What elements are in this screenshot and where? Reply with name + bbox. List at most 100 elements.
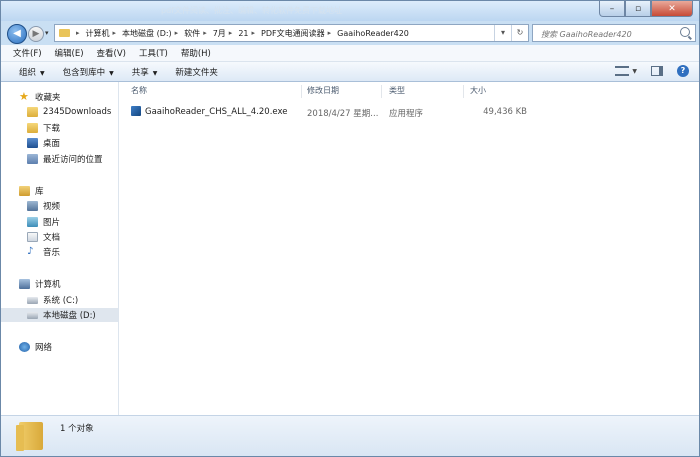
sidebar-computer-header[interactable]: 计算机 — [19, 277, 61, 291]
file-modified: 2018/4/27 星期... — [307, 109, 379, 119]
view-controls: ▼ ? — [615, 65, 689, 77]
search-icon[interactable] — [680, 27, 690, 37]
title-bar[interactable]: pdf文件阅读、批注、编辑、转化软件免费下载地址 – ▫ ✕ — [1, 1, 699, 21]
refresh-icon[interactable]: ↻ — [511, 25, 528, 41]
sidebar-label: 网络 — [35, 343, 53, 353]
breadcrumb-july[interactable]: 7月 — [213, 28, 226, 39]
address-dropdown-icon[interactable]: ▾ — [494, 25, 511, 41]
sidebar-item-desktop[interactable]: 桌面 — [27, 136, 60, 150]
sidebar-item-documents[interactable]: 文档 — [27, 230, 60, 244]
menu-edit[interactable]: 编辑(E) — [55, 47, 84, 59]
share-button[interactable]: 共享 ▼ — [132, 66, 158, 78]
recent-pages-dropdown-icon[interactable]: ▾ — [45, 29, 49, 37]
folder-icon — [59, 29, 70, 37]
forward-button[interactable]: ▶ — [28, 26, 44, 42]
include-in-library-button[interactable]: 包含到库中 ▼ — [63, 66, 114, 78]
sidebar-label: 2345Downloads — [43, 107, 112, 117]
organize-label: 组织 — [19, 67, 37, 78]
sidebar-item-recent-places[interactable]: 最近访问的位置 — [27, 152, 103, 166]
sidebar-network-header[interactable]: 网络 — [19, 340, 52, 354]
sidebar-label: 收藏夹 — [35, 93, 61, 103]
navigation-row: ◀ ▶ ▾ ▸ 计算机 ▸ 本地磁盘 (D:) ▸ 软件 ▸ 7月 ▸ 21 ▸… — [1, 21, 699, 45]
sidebar-label: 库 — [35, 187, 44, 197]
sidebar-label: 下载 — [43, 124, 61, 134]
column-header-type[interactable]: 类型 — [389, 85, 464, 98]
menu-bar: 文件(F) 编辑(E) 查看(V) 工具(T) 帮助(H) — [1, 45, 699, 62]
breadcrumb-separator-icon[interactable]: ▸ — [203, 29, 207, 37]
minimize-button[interactable]: – — [599, 1, 625, 17]
organize-button[interactable]: 组织 ▼ — [19, 66, 45, 78]
breadcrumb-drive-d[interactable]: 本地磁盘 (D:) — [122, 28, 172, 39]
folder-icon — [27, 107, 38, 117]
sidebar-label: 图片 — [43, 218, 61, 228]
breadcrumb-separator-icon[interactable]: ▸ — [328, 29, 332, 37]
breadcrumb-separator-icon[interactable]: ▸ — [113, 29, 117, 37]
sidebar-item-downloads[interactable]: 下载 — [27, 121, 60, 135]
view-options-icon[interactable] — [615, 66, 630, 76]
breadcrumb-21[interactable]: 21 — [238, 29, 248, 38]
sidebar-label: 视频 — [43, 202, 61, 212]
file-list-pane[interactable]: 名称 修改日期 类型 大小 GaaihoReader_CHS_ALL_4.20.… — [119, 82, 699, 415]
navigation-pane[interactable]: ★ 收藏夹 2345Downloads 下载 桌面 最近访问的位置 库 视频 图片… — [1, 82, 119, 415]
sidebar-item-drive-c[interactable]: 系统 (C:) — [27, 293, 78, 307]
recent-places-icon — [27, 154, 38, 164]
sidebar-label: 本地磁盘 (D:) — [43, 311, 96, 321]
window-title: pdf文件阅读、批注、编辑、转化软件免费下载地址 — [161, 6, 342, 15]
folder-icon — [16, 422, 43, 451]
network-icon — [19, 342, 30, 352]
item-count: 1 个对象 — [60, 424, 94, 434]
sidebar-favorites-header[interactable]: ★ 收藏夹 — [19, 90, 61, 104]
breadcrumb-separator-icon[interactable]: ▸ — [252, 29, 256, 37]
document-icon — [27, 232, 38, 242]
close-button[interactable]: ✕ — [651, 1, 693, 17]
sidebar-libraries-header[interactable]: 库 — [19, 184, 44, 198]
sidebar-label: 音乐 — [43, 248, 61, 258]
drive-icon — [27, 296, 38, 304]
column-header-size[interactable]: 大小 — [470, 85, 530, 98]
menu-file[interactable]: 文件(F) — [13, 47, 42, 59]
desktop-icon — [27, 138, 38, 148]
maximize-button[interactable]: ▫ — [625, 1, 651, 17]
sidebar-item-videos[interactable]: 视频 — [27, 199, 60, 213]
breadcrumb-pdf-reader[interactable]: PDF文电通阅读器 — [261, 28, 325, 39]
music-icon: ♪ — [27, 246, 34, 257]
back-arrow-icon: ◀ — [13, 28, 21, 39]
include-in-library-label: 包含到库中 — [62, 67, 106, 78]
column-header-name[interactable]: 名称 — [131, 85, 302, 98]
chevron-down-icon: ▼ — [40, 69, 45, 77]
menu-help[interactable]: 帮助(H) — [181, 47, 211, 59]
menu-tools[interactable]: 工具(T) — [139, 47, 168, 59]
share-label: 共享 — [131, 67, 149, 78]
help-icon[interactable]: ? — [677, 65, 689, 77]
star-icon: ★ — [19, 90, 29, 103]
sidebar-label: 桌面 — [43, 139, 61, 149]
sidebar-label: 最近访问的位置 — [43, 155, 103, 165]
new-folder-button[interactable]: 新建文件夹 — [175, 66, 218, 78]
address-bar[interactable]: ▸ 计算机 ▸ 本地磁盘 (D:) ▸ 软件 ▸ 7月 ▸ 21 ▸ PDF文电… — [54, 24, 529, 42]
breadcrumb-separator-icon[interactable]: ▸ — [175, 29, 179, 37]
breadcrumb-software[interactable]: 软件 — [184, 28, 200, 39]
preview-pane-icon[interactable] — [651, 66, 663, 76]
file-size: 49,436 KB — [483, 107, 527, 117]
menu-view[interactable]: 查看(V) — [97, 47, 126, 59]
address-end-buttons: ▾ ↻ — [494, 25, 528, 41]
chevron-down-icon: ▼ — [152, 69, 158, 77]
back-button[interactable]: ◀ — [7, 24, 27, 44]
file-type: 应用程序 — [389, 109, 424, 119]
sidebar-item-drive-d[interactable]: 本地磁盘 (D:) — [1, 308, 118, 322]
breadcrumb-separator-icon[interactable]: ▸ — [229, 29, 233, 37]
sidebar-item-pictures[interactable]: 图片 — [27, 215, 60, 229]
table-row[interactable]: GaaihoReader_CHS_ALL_4.20.exe 2018/4/27 … — [131, 106, 651, 121]
search-box[interactable] — [532, 24, 696, 42]
sidebar-item-2345downloads[interactable]: 2345Downloads — [27, 105, 111, 119]
breadcrumb-separator-icon[interactable]: ▸ — [76, 29, 80, 37]
view-dropdown-icon[interactable]: ▼ — [632, 68, 637, 75]
search-input[interactable] — [539, 26, 683, 42]
window-controls: – ▫ ✕ — [599, 1, 693, 17]
picture-icon — [27, 217, 38, 227]
column-header-modified[interactable]: 修改日期 — [307, 85, 382, 98]
breadcrumb-gaaihoreader[interactable]: GaaihoReader420 — [337, 29, 409, 38]
library-icon — [19, 186, 30, 196]
sidebar-item-music[interactable]: ♪ 音乐 — [27, 245, 60, 259]
breadcrumb-computer[interactable]: 计算机 — [86, 28, 110, 39]
